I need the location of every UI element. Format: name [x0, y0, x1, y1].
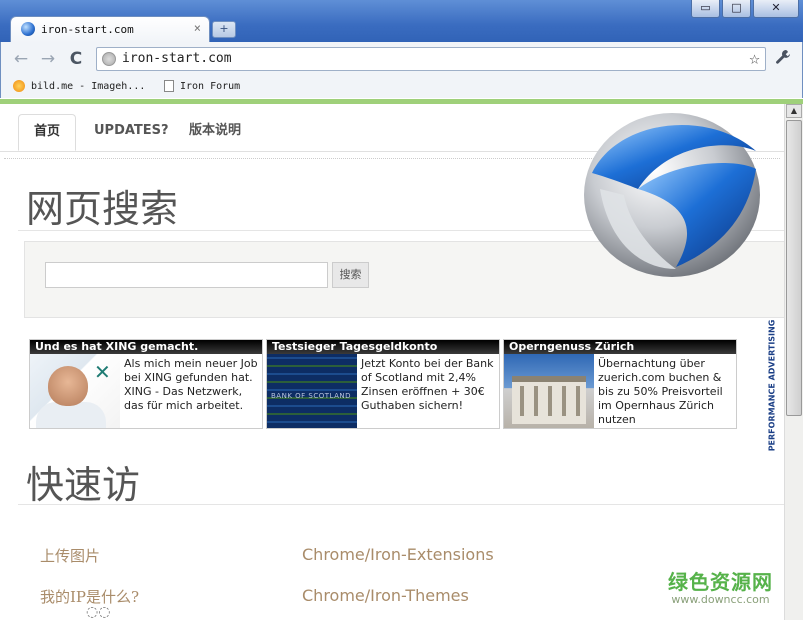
- ad-opera-zurich[interactable]: Operngenuss Zürich Übernachtung über zue…: [503, 339, 737, 429]
- ad-image-column: [548, 386, 552, 416]
- globe-icon: [102, 52, 116, 66]
- vertical-scrollbar[interactable]: ▲: [784, 104, 803, 620]
- ad-image-face: [48, 366, 88, 406]
- bookmark-label: bild.me - Imageh...: [31, 80, 146, 92]
- page-icon: [164, 80, 174, 92]
- ad-image-man-laptop: ✕: [30, 354, 120, 428]
- close-window-button[interactable]: ✕: [753, 0, 799, 18]
- xing-logo-icon: ✕: [94, 360, 111, 384]
- tab-close-icon[interactable]: ×: [194, 21, 201, 35]
- wrench-menu-icon[interactable]: [774, 48, 792, 70]
- watermark-title: 绿色资源网: [668, 570, 773, 594]
- watermark-url: www.downcc.com: [671, 593, 770, 606]
- loading-cursor-icon: ◌◌: [86, 604, 111, 620]
- ad-image-shirt: [36, 402, 106, 428]
- address-bar[interactable]: iron-start.com ☆: [96, 47, 766, 71]
- tab-updates[interactable]: UPDATES?: [79, 114, 184, 151]
- ad-title: Operngenuss Zürich: [504, 340, 736, 354]
- search-heading: 网页搜索: [26, 187, 179, 231]
- toolbar: ← → C iron-start.com ☆: [0, 42, 803, 76]
- iron-logo-icon: [584, 113, 760, 277]
- maximize-button[interactable]: □: [722, 0, 751, 18]
- window-controls: ▭ □ ✕: [689, 0, 799, 18]
- divider: [18, 504, 784, 505]
- browser-tab[interactable]: iron-start.com ×: [10, 16, 210, 43]
- ad-image-tartan: BANK OF SCOTLAND: [267, 354, 357, 428]
- ad-image-column: [534, 386, 538, 416]
- search-input[interactable]: [45, 262, 328, 288]
- link-themes[interactable]: Chrome/Iron-Themes: [302, 586, 469, 605]
- ad-provider-label: PERFORMANCE ADVERTISING: [767, 319, 777, 452]
- ad-text: Jetzt Konto bei der Bank of Scotland mit…: [361, 357, 494, 412]
- scroll-thumb[interactable]: [786, 120, 802, 416]
- scroll-up-icon[interactable]: ▲: [786, 104, 802, 118]
- reload-button[interactable]: C: [65, 48, 87, 70]
- ad-title: Und es hat XING gemacht.: [30, 340, 262, 354]
- ad-bank-of-scotland[interactable]: Testsieger Tagesgeldkonto BANK OF SCOTLA…: [266, 339, 500, 429]
- ad-image-opera-house: [504, 354, 594, 428]
- ad-image-column: [562, 386, 566, 416]
- tab-home[interactable]: 首页: [18, 114, 77, 151]
- ad-text: Übernachtung über zuerich.com buchen & b…: [598, 357, 723, 426]
- tab-title: iron-start.com: [41, 23, 134, 36]
- bank-logo-text: BANK OF SCOTLAND: [271, 392, 351, 400]
- bookmark-iron-forum[interactable]: Iron Forum: [164, 80, 240, 92]
- iron-favicon-icon: [21, 22, 35, 36]
- ad-xing[interactable]: Und es hat XING gemacht. ✕ Als mich mein…: [29, 339, 263, 429]
- bookmark-star-icon[interactable]: ☆: [749, 48, 760, 69]
- ad-image-column: [576, 386, 580, 416]
- ad-image-column: [520, 386, 524, 416]
- forward-button[interactable]: →: [37, 48, 59, 70]
- quick-access-heading: 快速访: [26, 463, 141, 507]
- title-bar: iron-start.com × + ▭ □ ✕: [0, 0, 803, 43]
- ad-text: Als mich mein neuer Job bei XING gefunde…: [124, 357, 258, 412]
- tab-release-notes[interactable]: 版本说明: [174, 114, 256, 151]
- back-button[interactable]: ←: [10, 48, 32, 70]
- link-extensions[interactable]: Chrome/Iron-Extensions: [302, 545, 494, 564]
- url-text[interactable]: iron-start.com: [122, 51, 232, 66]
- new-tab-button[interactable]: +: [212, 21, 236, 38]
- link-upload-image[interactable]: 上传图片: [40, 545, 100, 566]
- minimize-button[interactable]: ▭: [691, 0, 720, 18]
- search-button[interactable]: 搜索: [332, 262, 369, 288]
- ad-title: Testsieger Tagesgeldkonto: [267, 340, 499, 354]
- bookmark-bild-me[interactable]: bild.me - Imageh...: [13, 80, 145, 92]
- ad-provider-badge[interactable]: PERFORMANCE ADVERTISING: [740, 320, 776, 452]
- orange-bubble-icon: [13, 80, 25, 92]
- bookmark-label: Iron Forum: [180, 80, 241, 92]
- watermark: 绿色资源网 www.downcc.com: [668, 566, 773, 606]
- bookmarks-bar: bild.me - Imageh... Iron Forum: [0, 76, 803, 98]
